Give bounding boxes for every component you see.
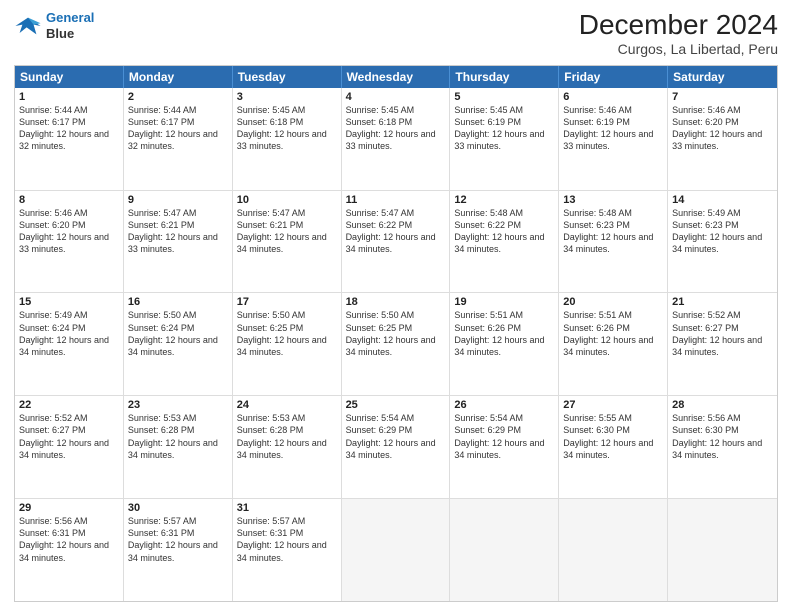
week-row-4: 22 Sunrise: 5:52 AMSunset: 6:27 PMDaylig… <box>15 395 777 498</box>
title-area: December 2024 Curgos, La Libertad, Peru <box>579 10 778 57</box>
day-28: 28 Sunrise: 5:56 AMSunset: 6:30 PMDaylig… <box>668 396 777 498</box>
day-19: 19 Sunrise: 5:51 AMSunset: 6:26 PMDaylig… <box>450 293 559 395</box>
logo-line2: Blue <box>46 26 94 42</box>
day-27: 27 Sunrise: 5:55 AMSunset: 6:30 PMDaylig… <box>559 396 668 498</box>
day-4: 4 Sunrise: 5:45 AMSunset: 6:18 PMDayligh… <box>342 88 451 190</box>
day-14: 14 Sunrise: 5:49 AMSunset: 6:23 PMDaylig… <box>668 191 777 293</box>
day-2: 2 Sunrise: 5:44 AMSunset: 6:17 PMDayligh… <box>124 88 233 190</box>
header-sunday: Sunday <box>15 66 124 88</box>
logo-line1: General <box>46 10 94 25</box>
day-23: 23 Sunrise: 5:53 AMSunset: 6:28 PMDaylig… <box>124 396 233 498</box>
day-6: 6 Sunrise: 5:46 AMSunset: 6:19 PMDayligh… <box>559 88 668 190</box>
header-tuesday: Tuesday <box>233 66 342 88</box>
header-saturday: Saturday <box>668 66 777 88</box>
calendar-body: 1 Sunrise: 5:44 AMSunset: 6:17 PMDayligh… <box>15 88 777 601</box>
page: General Blue December 2024 Curgos, La Li… <box>0 0 792 612</box>
calendar: Sunday Monday Tuesday Wednesday Thursday… <box>14 65 778 602</box>
day-empty-1 <box>342 499 451 601</box>
day-26: 26 Sunrise: 5:54 AMSunset: 6:29 PMDaylig… <box>450 396 559 498</box>
day-13: 13 Sunrise: 5:48 AMSunset: 6:23 PMDaylig… <box>559 191 668 293</box>
day-24: 24 Sunrise: 5:53 AMSunset: 6:28 PMDaylig… <box>233 396 342 498</box>
header: General Blue December 2024 Curgos, La Li… <box>14 10 778 57</box>
day-empty-2 <box>450 499 559 601</box>
day-10: 10 Sunrise: 5:47 AMSunset: 6:21 PMDaylig… <box>233 191 342 293</box>
week-row-2: 8 Sunrise: 5:46 AMSunset: 6:20 PMDayligh… <box>15 190 777 293</box>
day-31: 31 Sunrise: 5:57 AMSunset: 6:31 PMDaylig… <box>233 499 342 601</box>
day-3: 3 Sunrise: 5:45 AMSunset: 6:18 PMDayligh… <box>233 88 342 190</box>
logo-text: General Blue <box>46 10 94 41</box>
day-9: 9 Sunrise: 5:47 AMSunset: 6:21 PMDayligh… <box>124 191 233 293</box>
header-monday: Monday <box>124 66 233 88</box>
day-7: 7 Sunrise: 5:46 AMSunset: 6:20 PMDayligh… <box>668 88 777 190</box>
day-5: 5 Sunrise: 5:45 AMSunset: 6:19 PMDayligh… <box>450 88 559 190</box>
month-year-title: December 2024 <box>579 10 778 41</box>
day-17: 17 Sunrise: 5:50 AMSunset: 6:25 PMDaylig… <box>233 293 342 395</box>
day-29: 29 Sunrise: 5:56 AMSunset: 6:31 PMDaylig… <box>15 499 124 601</box>
day-1: 1 Sunrise: 5:44 AMSunset: 6:17 PMDayligh… <box>15 88 124 190</box>
day-12: 12 Sunrise: 5:48 AMSunset: 6:22 PMDaylig… <box>450 191 559 293</box>
logo-icon <box>14 12 42 40</box>
day-empty-3 <box>559 499 668 601</box>
day-8: 8 Sunrise: 5:46 AMSunset: 6:20 PMDayligh… <box>15 191 124 293</box>
day-25: 25 Sunrise: 5:54 AMSunset: 6:29 PMDaylig… <box>342 396 451 498</box>
day-18: 18 Sunrise: 5:50 AMSunset: 6:25 PMDaylig… <box>342 293 451 395</box>
header-friday: Friday <box>559 66 668 88</box>
logo: General Blue <box>14 10 94 41</box>
day-16: 16 Sunrise: 5:50 AMSunset: 6:24 PMDaylig… <box>124 293 233 395</box>
header-thursday: Thursday <box>450 66 559 88</box>
day-20: 20 Sunrise: 5:51 AMSunset: 6:26 PMDaylig… <box>559 293 668 395</box>
day-21: 21 Sunrise: 5:52 AMSunset: 6:27 PMDaylig… <box>668 293 777 395</box>
day-30: 30 Sunrise: 5:57 AMSunset: 6:31 PMDaylig… <box>124 499 233 601</box>
day-22: 22 Sunrise: 5:52 AMSunset: 6:27 PMDaylig… <box>15 396 124 498</box>
day-11: 11 Sunrise: 5:47 AMSunset: 6:22 PMDaylig… <box>342 191 451 293</box>
week-row-1: 1 Sunrise: 5:44 AMSunset: 6:17 PMDayligh… <box>15 88 777 190</box>
day-empty-4 <box>668 499 777 601</box>
week-row-3: 15 Sunrise: 5:49 AMSunset: 6:24 PMDaylig… <box>15 292 777 395</box>
calendar-header: Sunday Monday Tuesday Wednesday Thursday… <box>15 66 777 88</box>
week-row-5: 29 Sunrise: 5:56 AMSunset: 6:31 PMDaylig… <box>15 498 777 601</box>
day-15: 15 Sunrise: 5:49 AMSunset: 6:24 PMDaylig… <box>15 293 124 395</box>
header-wednesday: Wednesday <box>342 66 451 88</box>
location-subtitle: Curgos, La Libertad, Peru <box>579 41 778 57</box>
